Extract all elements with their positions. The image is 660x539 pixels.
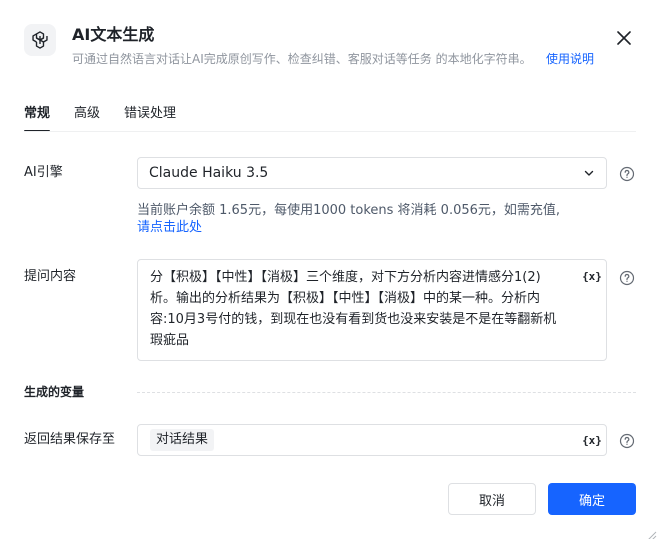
result-variable-tag: 对话结果 <box>150 429 215 451</box>
result-variable-input[interactable]: 对话结果 <box>137 424 607 456</box>
confirm-button[interactable]: 确定 <box>548 483 636 515</box>
cancel-button[interactable]: 取消 <box>448 483 536 515</box>
dialog-title: AI文本生成 <box>72 25 155 44</box>
engine-select[interactable]: Claude Haiku 3.5 <box>137 157 607 189</box>
section-divider <box>137 392 636 393</box>
tab-bar: 常规 高级 错误处理 <box>24 104 200 132</box>
tab-advanced[interactable]: 高级 <box>74 104 100 132</box>
recharge-link[interactable]: 请点击此处 <box>137 219 202 237</box>
result-help-icon[interactable] <box>619 433 635 449</box>
close-button[interactable] <box>612 26 636 50</box>
generated-variables-title: 生成的变量 <box>24 385 85 399</box>
tab-general[interactable]: 常规 <box>24 104 51 132</box>
dialog-description: 可通过自然语言对话让AI完成原创写作、检查纠错、客服对话等任务 的本地化字符串。 <box>72 52 532 66</box>
resize-handle-icon[interactable] <box>647 526 657 539</box>
result-insert-variable-button[interactable]: {x} <box>582 432 602 448</box>
help-link[interactable]: 使用说明 <box>546 51 594 68</box>
prompt-help-icon[interactable] <box>619 270 635 286</box>
openai-logo-icon <box>24 24 56 56</box>
prompt-label: 提问内容 <box>24 269 77 284</box>
close-icon <box>617 31 631 45</box>
result-label: 返回结果保存至 <box>24 432 116 447</box>
ai-text-generation-dialog: AI文本生成 可通过自然语言对话让AI完成原创写作、检查纠错、客服对话等任务 的… <box>0 0 660 539</box>
balance-text: 当前账户余额 1.65元，每使用1000 tokens 将消耗 0.056元，如… <box>137 203 561 218</box>
tab-error-handling[interactable]: 错误处理 <box>124 104 176 132</box>
prompt-insert-variable-button[interactable]: {x} <box>582 268 602 284</box>
engine-help-icon[interactable] <box>619 166 635 182</box>
engine-label: AI引擎 <box>24 165 63 180</box>
prompt-textarea[interactable]: 分【积极】【中性】【消极】三个维度，对下方分析内容进情感分1(2)析。输出的分析… <box>137 259 607 361</box>
engine-select-value: Claude Haiku 3.5 <box>149 165 269 181</box>
chevron-down-icon <box>583 167 595 179</box>
tabs-divider <box>24 131 636 132</box>
